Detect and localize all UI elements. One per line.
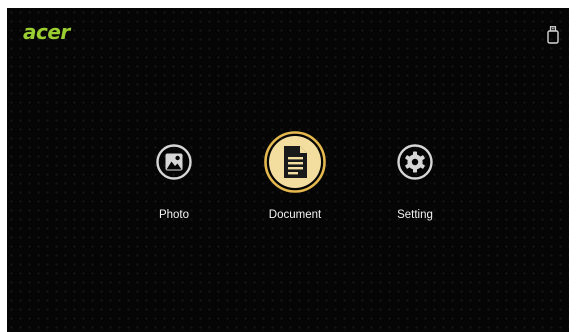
menu-item-document[interactable]: Document [245,124,345,234]
menu-item-label-setting: Setting [397,209,433,221]
menu-item-label-document: Document [268,209,322,221]
gear-icon [397,144,433,180]
document-icon [264,131,326,193]
photo-icon [156,144,192,180]
acer-logo: acer [23,20,70,44]
menu-item-photo[interactable]: Photo [124,124,224,234]
menu-item-label-photo: Photo [158,209,190,221]
menu-item-setting[interactable]: Setting [365,124,465,234]
launcher-screen: acer Photo Document Setting [7,8,569,332]
usb-drive-icon [547,26,559,44]
